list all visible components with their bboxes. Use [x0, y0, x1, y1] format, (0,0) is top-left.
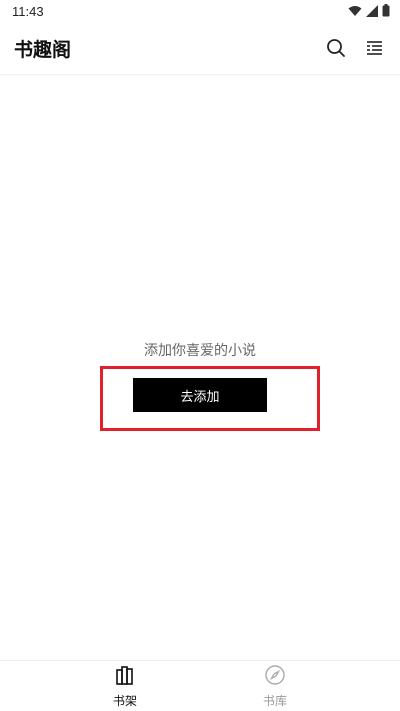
signal-icon [366, 2, 378, 21]
bottom-nav: 书架 书库 [0, 660, 400, 711]
bookshelf-icon [114, 664, 136, 690]
empty-state-message: 添加你喜爱的小说 [144, 343, 256, 359]
nav-label-library: 书库 [262, 693, 287, 708]
screen: 11:43 书趣阁 添加你喜爱的小说 去添加 书架 书库 [0, 0, 400, 711]
status-time: 11:43 [12, 3, 44, 19]
nav-item-bookshelf[interactable]: 书架 [0, 661, 200, 711]
compass-icon [264, 664, 286, 690]
app-title: 书趣阁 [14, 38, 72, 61]
search-icon[interactable] [324, 36, 348, 60]
wifi-icon [348, 2, 362, 21]
menu-icon[interactable] [362, 36, 386, 60]
app-bar: 书趣阁 [0, 22, 400, 74]
status-icons [348, 2, 390, 21]
nav-item-library[interactable]: 书库 [200, 661, 400, 711]
app-actions [324, 36, 386, 60]
add-novel-button[interactable]: 去添加 [133, 378, 267, 412]
status-bar: 11:43 [0, 0, 400, 22]
battery-icon [382, 2, 390, 21]
nav-label-bookshelf: 书架 [112, 693, 137, 708]
